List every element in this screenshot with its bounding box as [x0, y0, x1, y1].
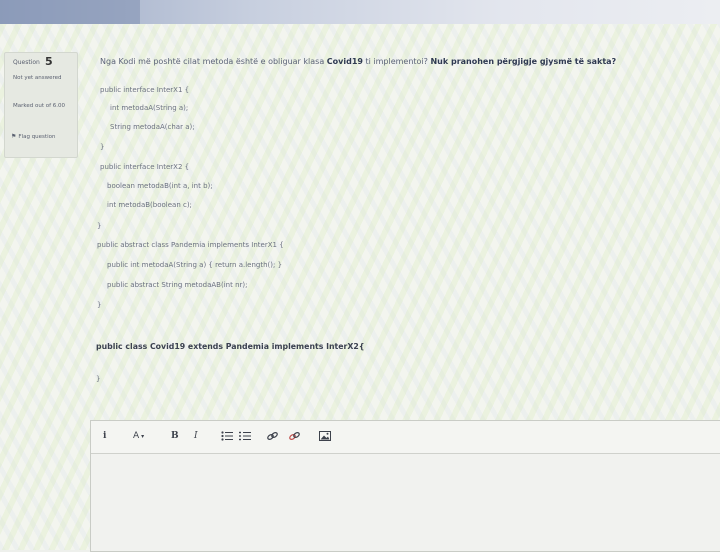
- class-closing-brace: }: [96, 375, 101, 383]
- code-line: }: [97, 301, 102, 309]
- question-prompt: Nga Kodi më poshtë cilat metoda është e …: [100, 57, 616, 66]
- flag-icon: ⚑: [11, 133, 17, 140]
- question-mark: Marked out of 6.00: [13, 103, 66, 109]
- code-line: public abstract class Pandemia implement…: [97, 241, 284, 249]
- link-icon[interactable]: [267, 431, 278, 444]
- flag-question-link[interactable]: ⚑ Flag question: [11, 133, 55, 140]
- unlink-icon[interactable]: [289, 431, 300, 444]
- code-line: public abstract String metodaAB(int nr);: [107, 281, 248, 289]
- code-line: }: [100, 143, 105, 151]
- bold-button[interactable]: B: [171, 431, 179, 441]
- editor-toolbar: i A ▾ B I: [91, 421, 720, 454]
- prompt-note: Nuk pranohen përgjigje gjysmë të sakta?: [430, 57, 617, 66]
- flag-question-label: Flag question: [18, 134, 56, 140]
- image-icon[interactable]: [319, 431, 331, 444]
- info-button[interactable]: i: [103, 431, 106, 441]
- top-banner: [0, 0, 720, 24]
- question-info-box: Question 5 Not yet answered Marked out o…: [4, 52, 78, 158]
- prompt-text-start: Nga Kodi më poshtë cilat metoda është e …: [100, 57, 327, 66]
- font-size-button[interactable]: A ▾: [133, 431, 144, 441]
- code-line: int metodaA(String a);: [110, 104, 189, 112]
- question-number: 5: [45, 55, 53, 68]
- bullet-list-icon[interactable]: [221, 431, 233, 444]
- code-line: String metodaA(char a);: [110, 123, 195, 131]
- prompt-text-mid: ti implementoi?: [362, 57, 431, 66]
- code-line: public interface InterX1 {: [100, 86, 190, 94]
- dropdown-arrow-icon: ▾: [141, 433, 145, 440]
- class-declaration: public class Covid19 extends Pandemia im…: [96, 342, 365, 351]
- prompt-class-name: Covid19: [326, 57, 363, 66]
- code-line: }: [97, 222, 102, 230]
- editor-text-area[interactable]: [91, 454, 720, 550]
- numbered-list-icon[interactable]: [239, 431, 251, 444]
- font-size-label: A: [133, 431, 140, 441]
- code-line: boolean metodaB(int a, int b);: [107, 182, 213, 190]
- code-line: public interface InterX2 {: [100, 163, 190, 171]
- question-state: Not yet answered: [13, 75, 62, 81]
- italic-button[interactable]: I: [194, 431, 198, 441]
- code-line: public int metodaA(String a) { return a.…: [107, 261, 283, 269]
- top-banner-shade: [0, 0, 140, 24]
- answer-editor[interactable]: i A ▾ B I: [90, 420, 720, 552]
- question-label: Question: [13, 59, 40, 66]
- code-line: int metodaB(boolean c);: [107, 201, 192, 209]
